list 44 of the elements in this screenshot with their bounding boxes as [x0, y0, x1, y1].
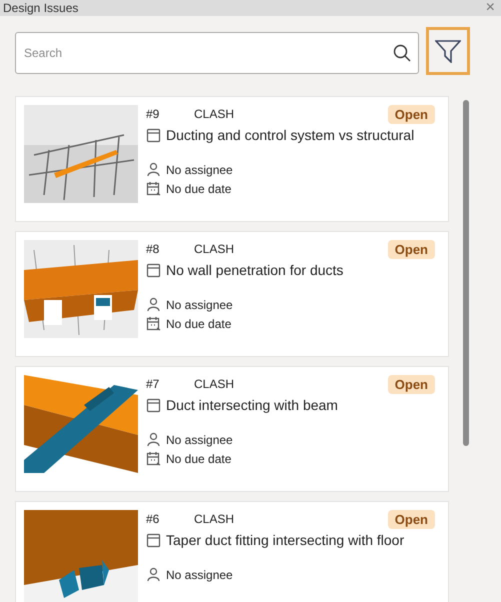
issue-number: #7 — [146, 377, 160, 391]
person-icon — [146, 432, 161, 447]
assignee-text: No assignee — [166, 432, 233, 446]
window-icon — [146, 532, 161, 548]
issue-type: CLASH — [194, 377, 236, 391]
calendar-icon — [146, 316, 161, 331]
issue-card[interactable]: #6 CLASH Open Taper duct fitting intersecting with floor No assignee — [15, 501, 449, 602]
issue-title: Taper duct fitting intersecting with floor — [166, 532, 404, 548]
status-badge: Open — [388, 104, 435, 124]
issue-type: CLASH — [194, 512, 236, 526]
issue-card[interactable]: #7 CLASH Open Duct intersecting with beam No assignee No due date — [15, 366, 449, 492]
window-icon — [146, 128, 161, 142]
person-icon — [146, 297, 161, 312]
issue-title: Ducting and control system vs structural — [166, 127, 414, 143]
filter-icon — [435, 39, 461, 63]
filter-button[interactable] — [426, 27, 470, 75]
search-icon[interactable] — [393, 44, 411, 62]
issue-type: CLASH — [194, 107, 236, 121]
calendar-icon — [146, 181, 161, 196]
assignee-text: No assignee — [166, 298, 233, 312]
person-icon — [146, 162, 161, 177]
issue-type: CLASH — [194, 242, 236, 256]
due-date-text: No due date — [166, 452, 232, 466]
issue-number: #8 — [146, 242, 160, 256]
person-icon — [146, 567, 161, 582]
scrollbar-thumb[interactable] — [463, 100, 469, 446]
issue-card[interactable]: #8 CLASH Open No wall penetration for ducts No assignee No due date — [15, 231, 449, 357]
window-icon — [146, 262, 161, 278]
assignee-text: No assignee — [166, 568, 233, 582]
search-field[interactable]: Search — [15, 32, 419, 74]
assignee-text: No assignee — [166, 162, 233, 176]
status-badge: Open — [388, 510, 435, 528]
status-badge: Open — [388, 240, 435, 258]
window-icon — [146, 398, 161, 412]
issue-title: Duct intersecting with beam — [166, 397, 338, 413]
issue-card[interactable]: #9 CLASH Open Ducting and control system vs structural No assignee No due date — [15, 96, 449, 222]
status-badge: Open — [388, 374, 435, 394]
window-title: Design Issues — [3, 1, 78, 15]
due-date-text: No due date — [166, 316, 232, 330]
issue-title: No wall penetration for ducts — [166, 262, 344, 278]
due-date-text: No due date — [166, 182, 232, 196]
issue-number: #9 — [146, 107, 160, 121]
calendar-icon — [146, 451, 161, 466]
issue-number: #6 — [146, 512, 160, 526]
